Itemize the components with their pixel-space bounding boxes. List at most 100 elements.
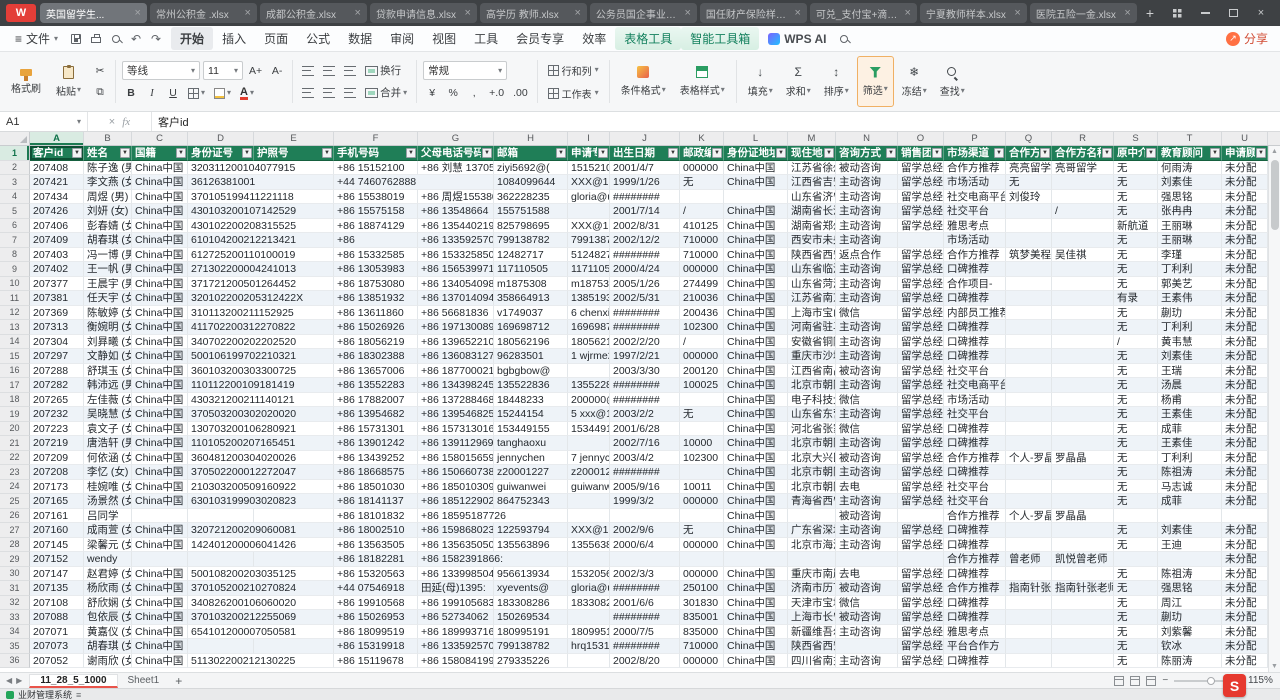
cell[interactable]: 新航道	[1114, 219, 1158, 234]
cell[interactable]: 留学总经理	[898, 320, 944, 335]
cell[interactable]: 留学总经理	[898, 190, 944, 205]
cell[interactable]: 000000	[680, 538, 724, 553]
cell[interactable]: 117110505	[494, 262, 568, 277]
close-tab-icon[interactable]: ×	[245, 8, 251, 19]
cell[interactable]: China中国	[132, 393, 188, 408]
cell[interactable]: 赵君婷 (女	[84, 567, 132, 582]
cell[interactable]: 刘俊玲	[1006, 190, 1052, 205]
cell[interactable]: +86 1506607386	[418, 465, 494, 480]
cell[interactable]: 210303200509160922	[188, 480, 254, 495]
cell[interactable]: 207161	[30, 509, 84, 524]
cell[interactable]: 153449155	[568, 422, 610, 437]
align-right-button[interactable]	[341, 84, 359, 102]
cell[interactable]: +86 18668575	[334, 465, 418, 480]
cell[interactable]: 207406	[30, 219, 84, 234]
cell[interactable]: +86 1391129694	[418, 436, 494, 451]
cell[interactable]: 口碑推荐	[944, 320, 1006, 335]
share-button[interactable]: ↗ 分享	[1226, 30, 1272, 47]
cell[interactable]: +86 1354402198	[418, 219, 494, 234]
cell[interactable]: 合作方推荐	[944, 248, 1006, 263]
cell[interactable]: 筑梦美程	[1006, 248, 1052, 263]
cell[interactable]: 留学总经理	[898, 335, 944, 350]
cell[interactable]: 151521001	[568, 161, 610, 176]
cell[interactable]	[1052, 625, 1114, 640]
cell[interactable]: 山东省菏泽	[788, 277, 836, 292]
cell[interactable]: 无	[1114, 262, 1158, 277]
cell[interactable]: 汤景然 (女	[84, 494, 132, 509]
cell[interactable]: 207208	[30, 465, 84, 480]
align-middle-button[interactable]	[320, 62, 338, 80]
header-cell[interactable]: 销售团队▼	[898, 146, 944, 161]
fill-button[interactable]: ↓填充▾	[743, 56, 778, 107]
cell[interactable]: China中国	[132, 175, 188, 190]
cell[interactable]: 271302200004241013	[188, 262, 254, 277]
header-cell[interactable]: 护照号▼	[254, 146, 334, 161]
file-tab[interactable]: 宁夏教师样本.xlsx×	[920, 3, 1027, 23]
cell[interactable]: 未分配	[1222, 610, 1268, 625]
row-number[interactable]: 10	[0, 277, 30, 292]
cell[interactable]	[188, 639, 254, 654]
cell[interactable]: China中国	[132, 262, 188, 277]
cell[interactable]: 社交平台	[944, 494, 1006, 509]
cell[interactable]: 丁利利	[1158, 451, 1222, 466]
cell[interactable]: China中国	[132, 320, 188, 335]
cell[interactable]: 刘素佳	[1158, 175, 1222, 190]
cell[interactable]: 江苏省南京	[788, 291, 836, 306]
cell[interactable]: 150269534	[494, 610, 568, 625]
header-cell[interactable]: 邮政编码▼	[680, 146, 724, 161]
column-header-F[interactable]: F	[334, 132, 418, 145]
filter-dropdown-icon[interactable]: ▼	[1102, 148, 1112, 158]
cell[interactable]: 主动咨询	[836, 654, 898, 669]
cell[interactable]: China中国	[724, 393, 788, 408]
cell[interactable]: 207071	[30, 625, 84, 640]
row-number[interactable]: 20	[0, 422, 30, 437]
cell[interactable]: +86 1335925706:	[418, 639, 494, 654]
cell[interactable]: 未分配	[1222, 552, 1268, 567]
context-tab-2[interactable]: 智能工具箱	[681, 27, 759, 50]
cell[interactable]	[1052, 364, 1114, 379]
cell[interactable]: 未分配	[1222, 494, 1268, 509]
cell[interactable]: 110105200207165451	[188, 436, 254, 451]
cell[interactable]: 183308286	[568, 596, 610, 611]
cell[interactable]: 5 xxx@163.c(	[568, 407, 610, 422]
cell[interactable]	[1158, 552, 1222, 567]
cell[interactable]: 留学总经理	[898, 393, 944, 408]
filter-dropdown-icon[interactable]: ▼	[824, 148, 834, 158]
row-number[interactable]: 32	[0, 596, 30, 611]
cell[interactable]: China中国	[724, 306, 788, 321]
cell[interactable]: 207232	[30, 407, 84, 422]
cell[interactable]: 未分配	[1222, 654, 1268, 669]
cell[interactable]: 2002/8/31	[610, 219, 680, 234]
cell[interactable]: China中国	[132, 480, 188, 495]
font-color-button[interactable]: A▾	[237, 84, 257, 102]
cell[interactable]: 10011	[680, 480, 724, 495]
column-header-H[interactable]: H	[494, 132, 568, 145]
cell[interactable]: China中国	[132, 654, 188, 669]
filter-dropdown-icon[interactable]: ▼	[176, 148, 186, 158]
cell[interactable]: 340702200202202520	[188, 335, 254, 350]
cell[interactable]	[188, 552, 254, 567]
row-number[interactable]: 26	[0, 509, 30, 524]
cell[interactable]: 市场活动	[944, 393, 1006, 408]
cell[interactable]: 陕西省西安	[788, 639, 836, 654]
cell[interactable]: 马志诚	[1158, 480, 1222, 495]
filter-dropdown-icon[interactable]: ▼	[886, 148, 896, 158]
cell[interactable]: 周江	[1158, 596, 1222, 611]
cell[interactable]: 陈丽涛	[1158, 654, 1222, 669]
cell[interactable]: 未分配	[1222, 248, 1268, 263]
cell[interactable]: +86 刘慧 137052	[418, 161, 494, 176]
file-menu[interactable]: ≡ 文件 ▾	[8, 27, 65, 50]
cell[interactable]: 000000	[680, 567, 724, 582]
cell[interactable]: 未分配	[1222, 639, 1268, 654]
cell[interactable]: 12482717	[494, 248, 568, 263]
row-number[interactable]: 36	[0, 654, 30, 669]
cell[interactable]: 何依涵 (女	[84, 451, 132, 466]
cell[interactable]: 刘昪曦 (女	[84, 335, 132, 350]
cell[interactable]: 500106199702210321	[188, 349, 254, 364]
column-header-I[interactable]: I	[568, 132, 610, 145]
filter-dropdown-icon[interactable]: ▼	[242, 148, 252, 158]
cell[interactable]: China中国	[132, 291, 188, 306]
cell[interactable]	[568, 436, 610, 451]
cell[interactable]: 无	[1114, 161, 1158, 176]
cell[interactable]	[898, 233, 944, 248]
